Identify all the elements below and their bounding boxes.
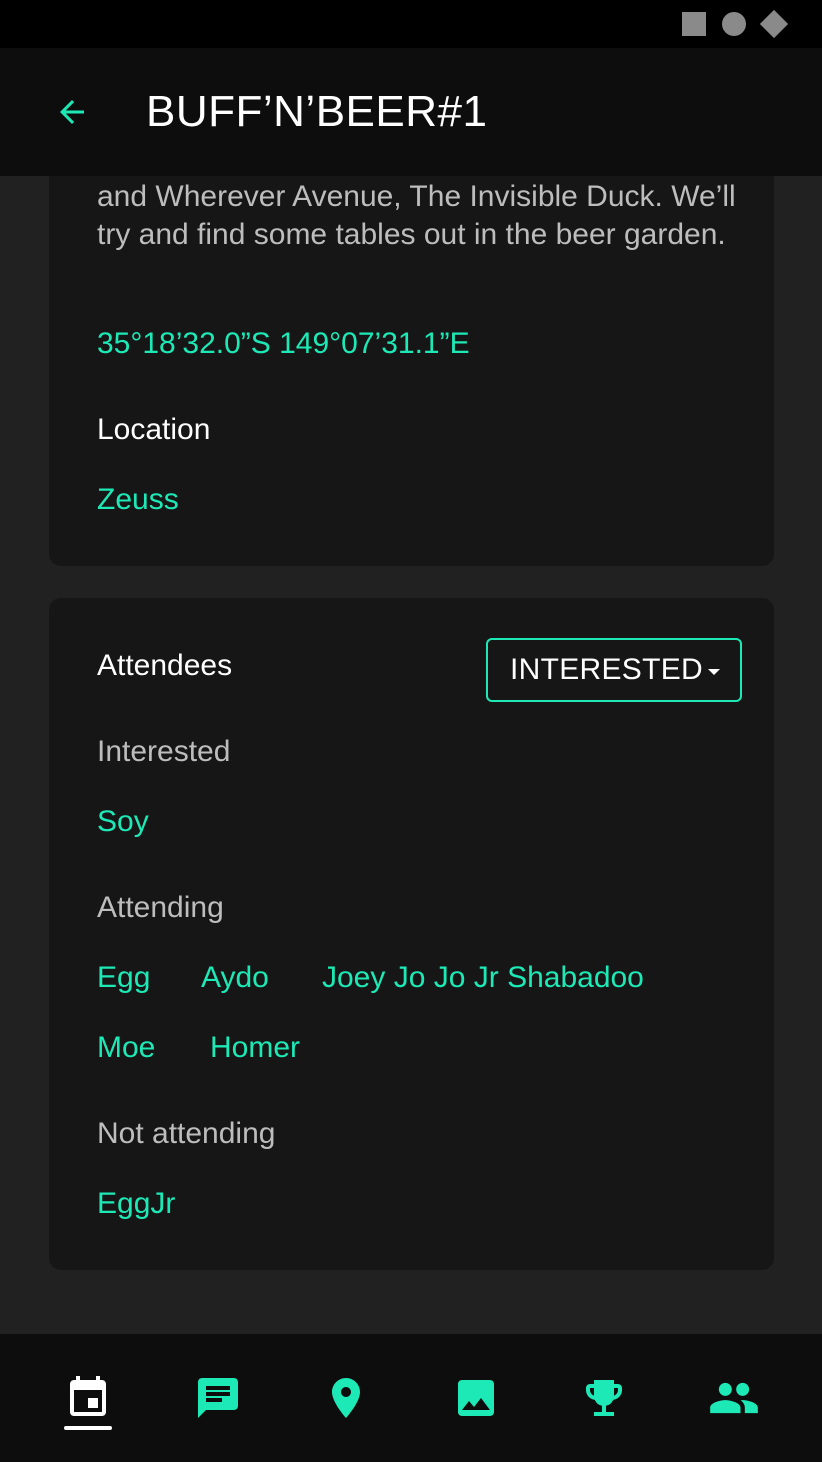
location-pin-icon (332, 1378, 360, 1418)
nav-trophies[interactable] (576, 1370, 632, 1426)
calendar-icon (70, 1376, 106, 1416)
circle-icon (722, 12, 746, 36)
nav-chat[interactable] (190, 1370, 246, 1426)
attendee-name[interactable]: Homer (210, 1030, 300, 1066)
image-icon (458, 1380, 494, 1416)
page-title: BUFF’N’BEER#1 (146, 87, 488, 136)
status-bar (0, 0, 822, 48)
attendees-card: Attendees INTERESTED Interested Soy Atte… (49, 598, 774, 1270)
bottom-navigation (0, 1334, 822, 1462)
trophy-icon (586, 1380, 622, 1416)
location-link[interactable]: Zeuss (97, 482, 179, 518)
nav-location[interactable] (318, 1370, 374, 1426)
nav-photos[interactable] (448, 1370, 504, 1426)
event-description: and Wherever Avenue, The Invisible Duck.… (97, 180, 736, 251)
attendee-name[interactable]: Egg (97, 960, 150, 996)
nav-active-indicator (64, 1426, 112, 1430)
app-bar: BUFF’N’BEER#1 (0, 48, 822, 176)
attendees-heading: Attendees (97, 649, 233, 682)
dropdown-selected-value: INTERESTED (510, 653, 704, 686)
attendee-name[interactable]: Moe (97, 1030, 155, 1066)
attendee-name[interactable]: Joey Jo Jo Jr Shabadoo (322, 960, 644, 996)
attendance-status-dropdown[interactable]: INTERESTED (486, 638, 742, 702)
people-icon (710, 1382, 758, 1414)
caret-down-icon (708, 669, 720, 675)
attendee-name[interactable]: Aydo (201, 960, 269, 996)
chat-icon (198, 1378, 238, 1418)
diamond-icon (759, 9, 789, 39)
event-details-card: and Wherever Avenue, The Invisible Duck.… (49, 120, 774, 566)
nav-events[interactable] (60, 1370, 116, 1426)
location-heading: Location (97, 413, 211, 446)
square-icon (682, 12, 706, 36)
arrow-back-icon (60, 100, 84, 124)
attendee-name[interactable]: EggJr (97, 1186, 175, 1222)
attendee-name[interactable]: Soy (97, 804, 149, 840)
coordinates-link[interactable]: 35°18’32.0”S 149°07’31.1”E (97, 326, 470, 362)
back-button[interactable] (52, 92, 92, 132)
group-label-not-attending: Not attending (97, 1117, 276, 1150)
group-label-attending: Attending (97, 891, 224, 924)
group-label-interested: Interested (97, 735, 231, 768)
nav-people[interactable] (706, 1370, 762, 1426)
